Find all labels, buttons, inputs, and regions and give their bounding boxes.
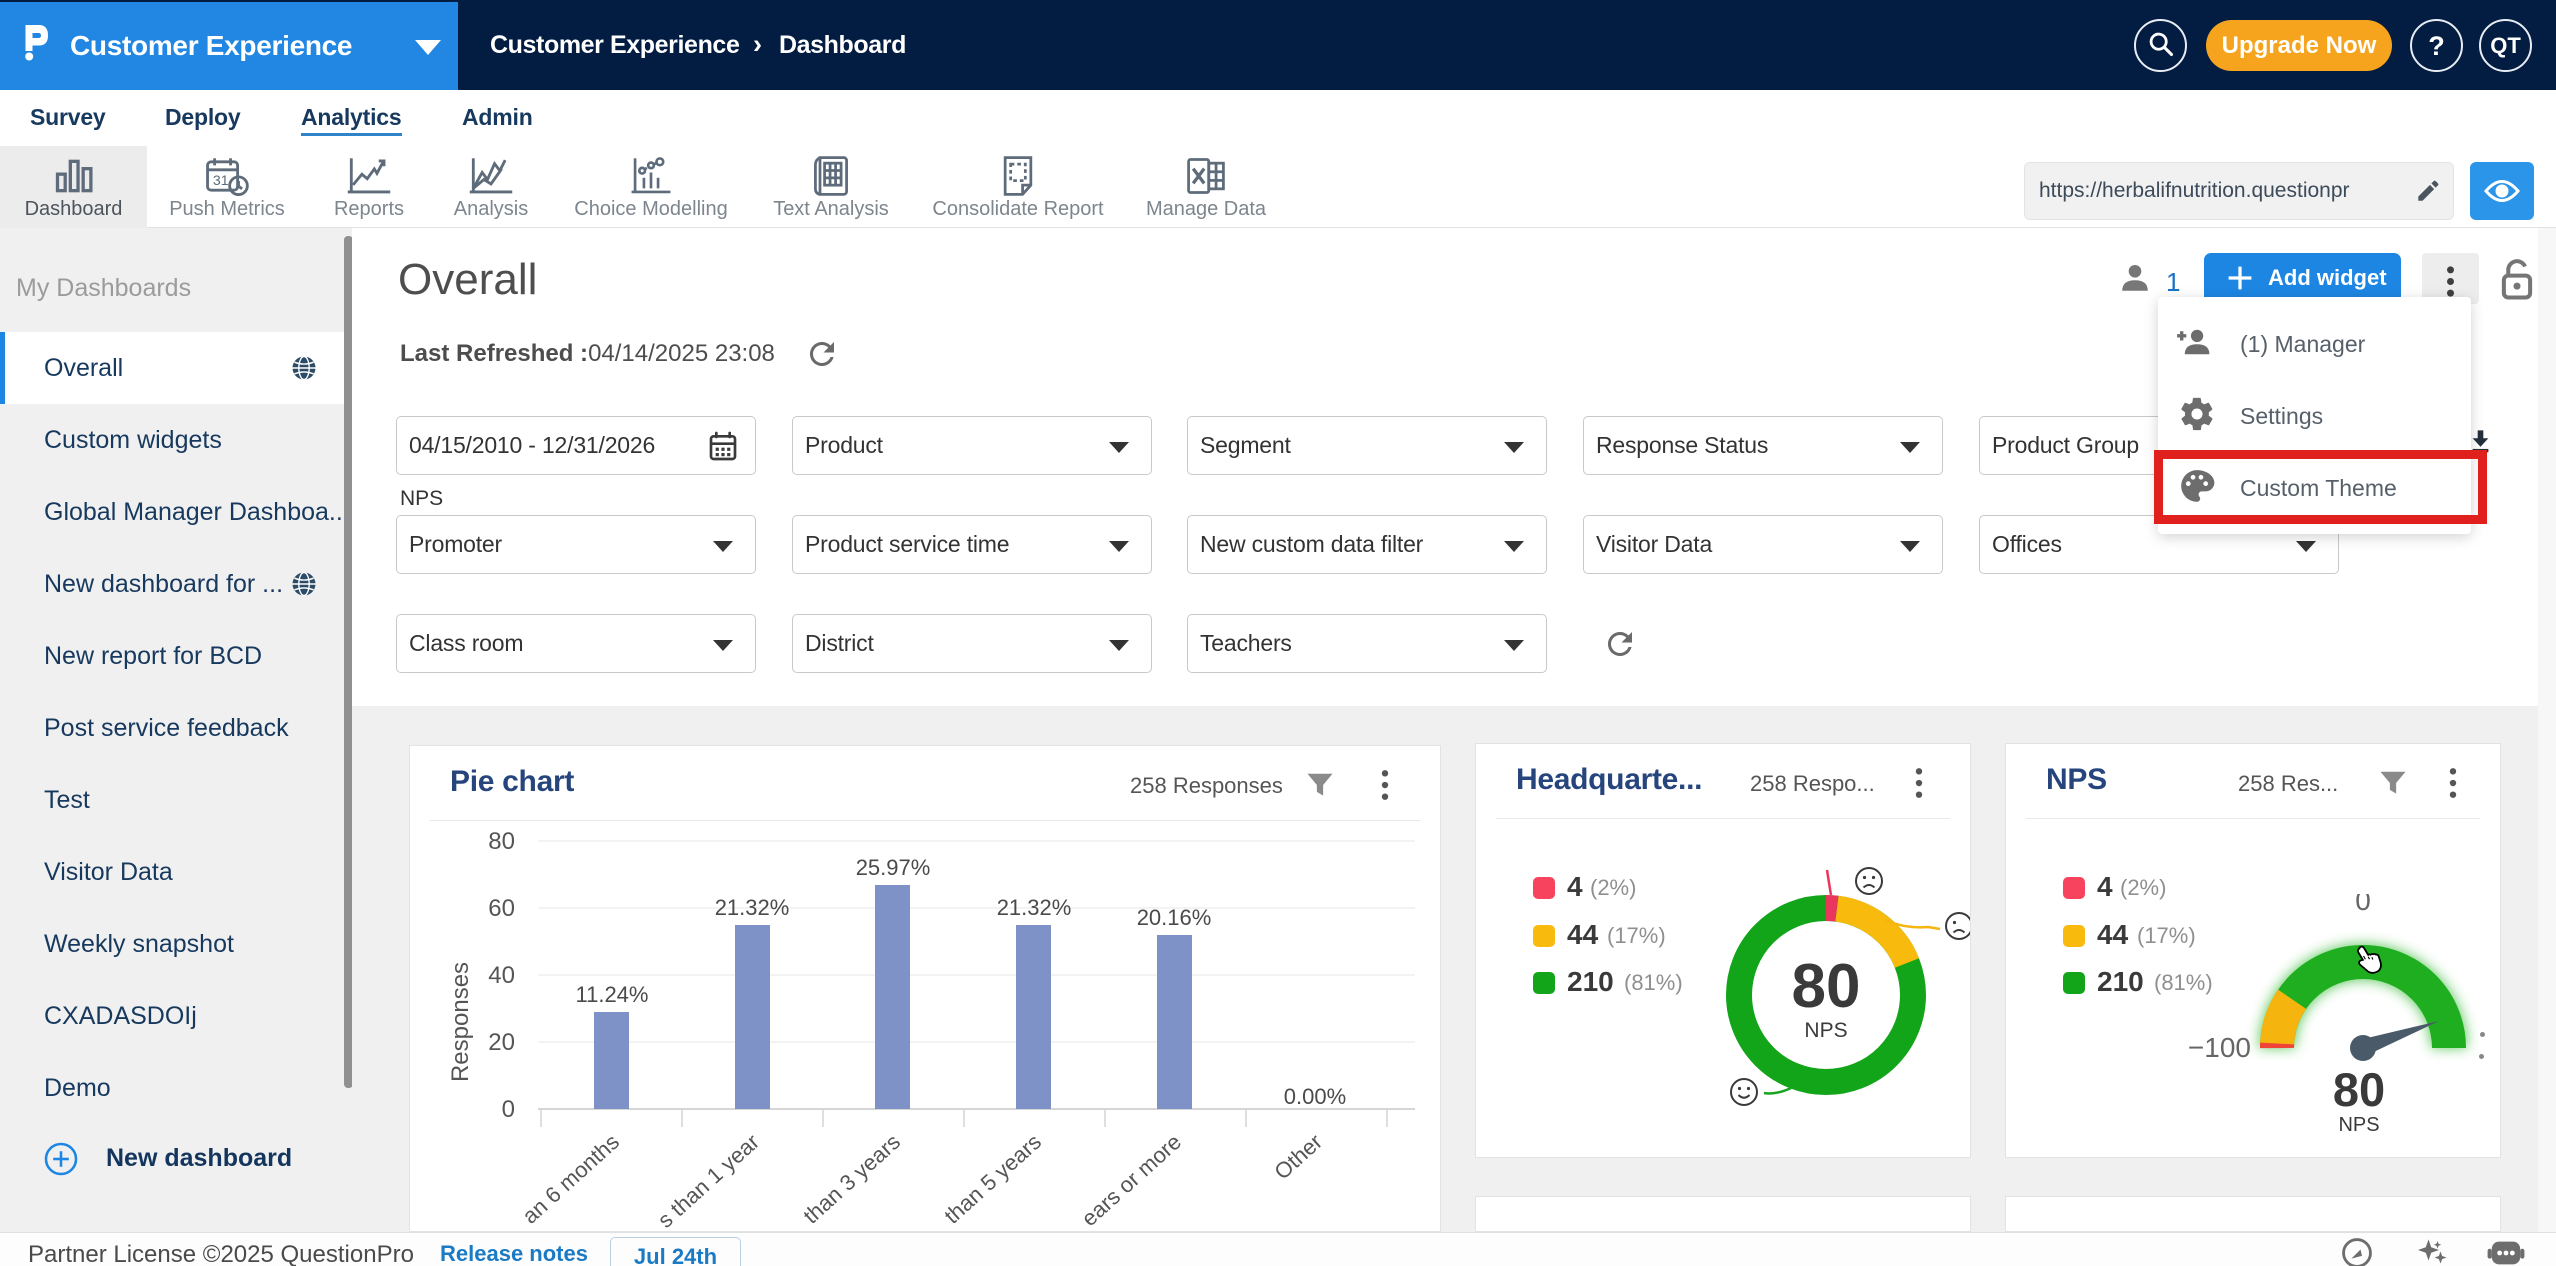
svg-text:−100: −100	[2188, 1032, 2251, 1063]
svg-text:ears or more: ears or more	[1077, 1129, 1186, 1231]
svg-text:21.32%: 21.32%	[715, 895, 790, 920]
svg-text:Responses: Responses	[447, 962, 474, 1082]
svg-text:s than 1 year: s than 1 year	[653, 1129, 764, 1232]
svg-text:21.32%: 21.32%	[997, 895, 1072, 920]
svg-text:20: 20	[488, 1029, 515, 1056]
svg-text:20.16%: 20.16%	[1137, 905, 1212, 930]
svg-text:than 5 years: than 5 years	[939, 1129, 1046, 1229]
svg-text:40: 40	[488, 962, 515, 989]
svg-text:an 6 months: an 6 months	[517, 1129, 624, 1229]
svg-text:than 3 years: than 3 years	[798, 1129, 905, 1229]
svg-text:60: 60	[488, 895, 515, 922]
svg-text:11.24%: 11.24%	[576, 982, 649, 1007]
svg-text:80: 80	[488, 828, 515, 855]
svg-text:0.00%: 0.00%	[1284, 1084, 1346, 1109]
svg-text:31: 31	[213, 172, 229, 188]
svg-text:0: 0	[502, 1096, 515, 1123]
svg-text:NPS: NPS	[1804, 1019, 1847, 1042]
svg-text:80: 80	[1792, 952, 1861, 1021]
svg-text:25.97%: 25.97%	[856, 855, 931, 880]
svg-text:Other: Other	[1269, 1129, 1327, 1184]
svg-text:0: 0	[2355, 894, 2371, 916]
